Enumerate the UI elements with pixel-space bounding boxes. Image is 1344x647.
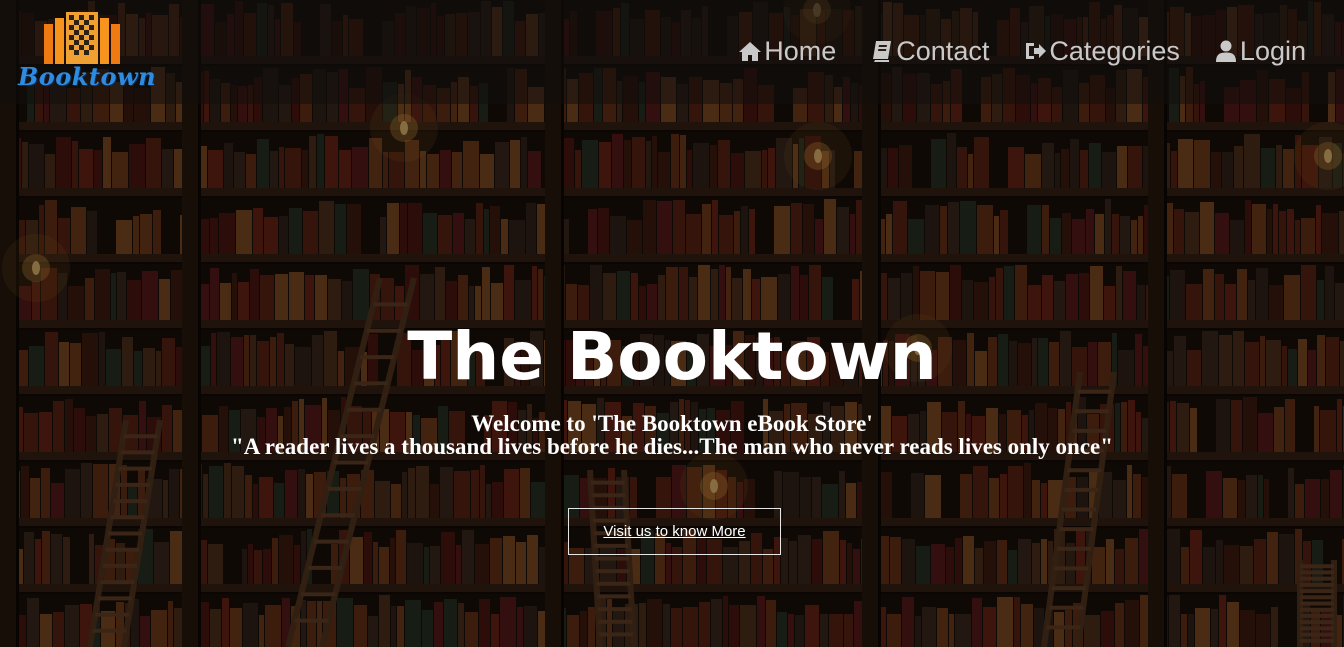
sign-out-icon [1026,43,1047,59]
nav-categories[interactable]: Categories [1023,34,1180,68]
books-logo-icon [44,12,120,64]
nav-home-label: Home [764,36,837,66]
nav-contact-label: Contact [896,36,990,66]
hero-title: The Booktown [407,318,937,395]
visit-more-button[interactable]: Visit us to know More [568,508,781,555]
home-icon [739,42,762,61]
book-icon [873,41,892,62]
nav-login-label: Login [1239,36,1306,66]
nav-login[interactable]: Login [1214,34,1306,68]
nav-home[interactable]: Home [738,34,836,68]
nav-contact[interactable]: Contact [870,34,989,68]
brand-logo[interactable]: Booktown [18,12,157,92]
user-icon [1215,40,1236,62]
main-nav: Home Contact Categories Login [738,34,1306,68]
nav-categories-label: Categories [1049,36,1180,66]
brand-name: Booktown [18,62,157,91]
site-header: Booktown Home Contact Categories Login [0,0,1344,104]
hero-quote: "A reader lives a thousand lives before … [230,434,1114,459]
